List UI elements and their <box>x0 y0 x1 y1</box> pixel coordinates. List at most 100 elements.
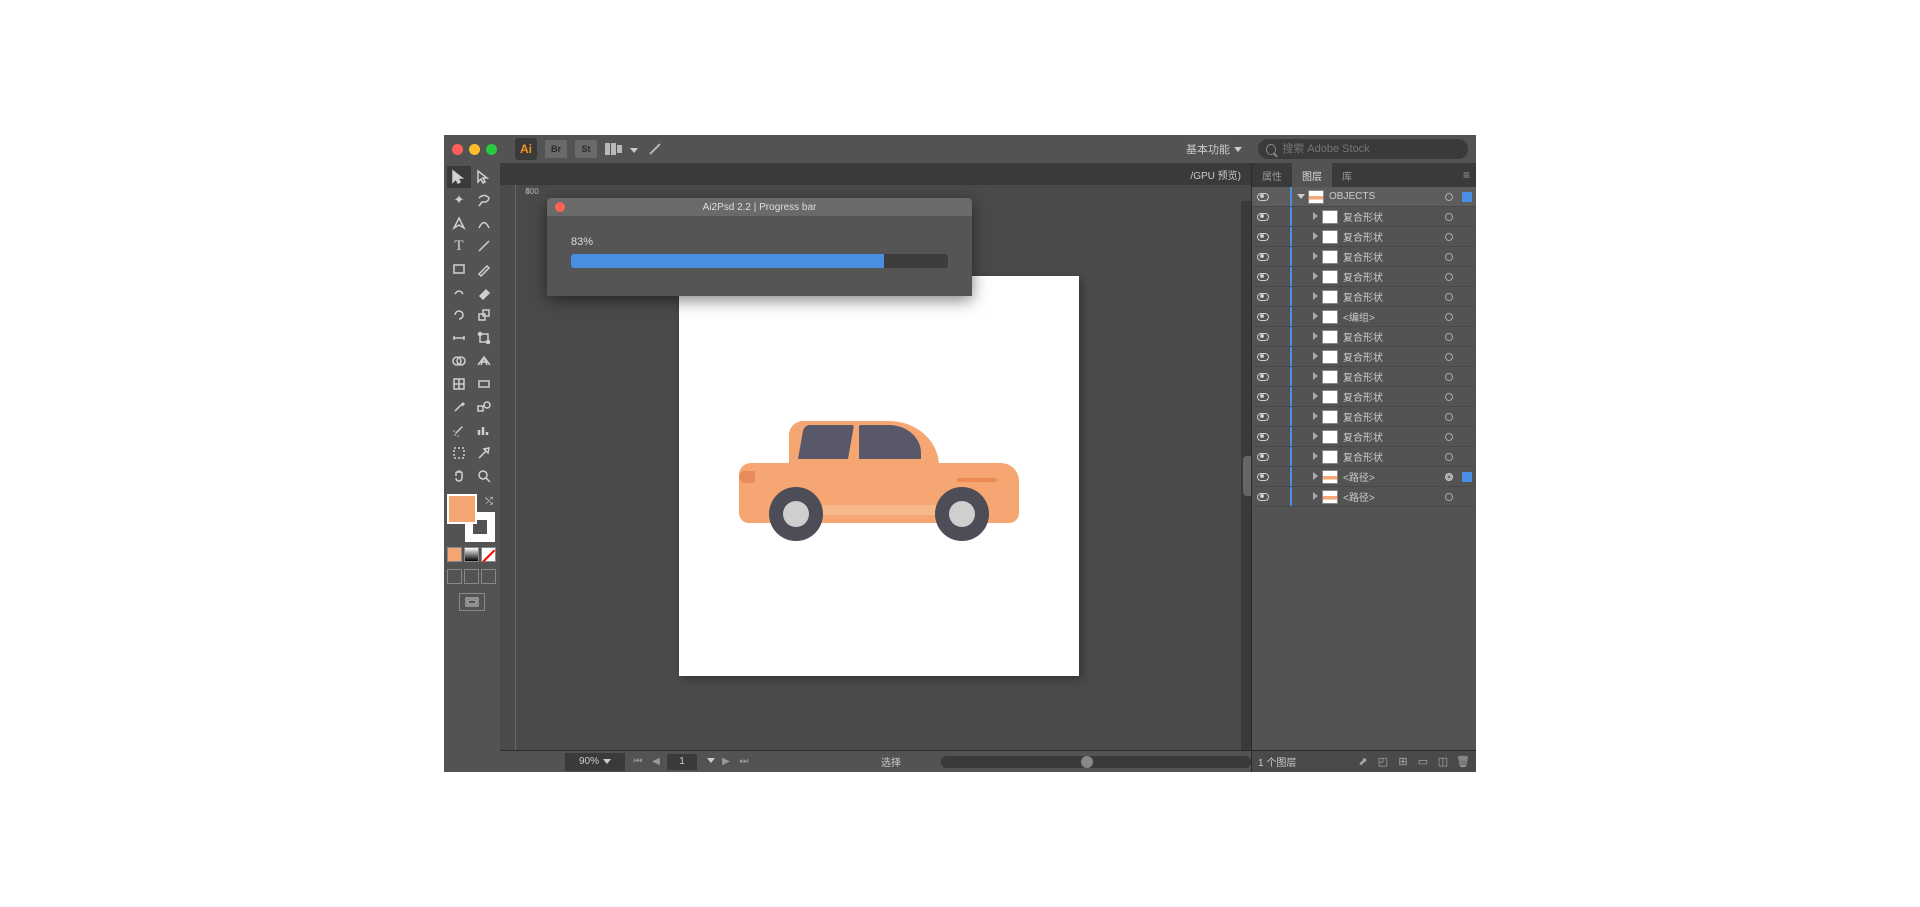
shape-builder-tool[interactable] <box>447 350 471 372</box>
layer-name-label[interactable]: <路径> <box>1343 469 1440 484</box>
draw-normal[interactable] <box>447 569 462 584</box>
target-button[interactable] <box>1440 473 1458 481</box>
visibility-toggle[interactable] <box>1252 293 1274 301</box>
tab-libraries[interactable]: 库 <box>1332 163 1362 187</box>
layer-name-label[interactable]: 复合形状 <box>1343 249 1440 264</box>
target-button[interactable] <box>1440 193 1458 201</box>
collect-layers-button[interactable]: ◫ <box>1436 755 1450 769</box>
visibility-toggle[interactable] <box>1252 393 1274 401</box>
visibility-toggle[interactable] <box>1252 193 1274 201</box>
vertical-ruler[interactable] <box>500 201 516 750</box>
blend-tool[interactable] <box>472 396 496 418</box>
visibility-toggle[interactable] <box>1252 273 1274 281</box>
visibility-toggle[interactable] <box>1252 493 1274 501</box>
target-button[interactable] <box>1440 293 1458 301</box>
expand-toggle[interactable] <box>1294 192 1308 201</box>
sublayer-row[interactable]: 复合形状 <box>1252 367 1476 387</box>
layer-name-label[interactable]: 复合形状 <box>1343 289 1440 304</box>
layer-name-label[interactable]: 复合形状 <box>1343 329 1440 344</box>
expand-toggle[interactable] <box>1308 392 1322 402</box>
fill-stroke-picker[interactable]: ⤭ <box>447 494 495 542</box>
visibility-toggle[interactable] <box>1252 213 1274 221</box>
sublayer-row[interactable]: 复合形状 <box>1252 427 1476 447</box>
curvature-tool[interactable] <box>472 212 496 234</box>
expand-toggle[interactable] <box>1308 472 1322 482</box>
artboard-tool[interactable] <box>447 442 471 464</box>
eyedropper-tool[interactable] <box>447 396 471 418</box>
expand-toggle[interactable] <box>1308 352 1322 362</box>
progress-titlebar[interactable]: Ai2Psd 2.2 | Progress bar <box>547 198 972 216</box>
artboard-number-field[interactable]: 1 <box>667 754 697 770</box>
stock-search[interactable] <box>1258 139 1468 159</box>
expand-toggle[interactable] <box>1308 452 1322 462</box>
screen-mode-button[interactable] <box>459 593 485 611</box>
next-artboard-button[interactable]: ▶ <box>719 755 733 769</box>
perspective-grid-tool[interactable] <box>472 350 496 372</box>
magic-wand-tool[interactable]: ✦ <box>447 189 471 211</box>
sublayer-row[interactable]: 复合形状 <box>1252 327 1476 347</box>
gpu-preview-icon[interactable] <box>646 140 664 158</box>
expand-toggle[interactable] <box>1308 372 1322 382</box>
document-tab[interactable]: /GPU 预览) <box>500 163 1251 185</box>
sublayer-row[interactable]: <编组> <box>1252 307 1476 327</box>
make-clipping-mask-button[interactable]: ◰ <box>1376 755 1390 769</box>
visibility-toggle[interactable] <box>1252 413 1274 421</box>
target-button[interactable] <box>1440 493 1458 501</box>
swap-fill-stroke-icon[interactable]: ⤭ <box>485 496 493 507</box>
expand-toggle[interactable] <box>1308 312 1322 322</box>
visibility-toggle[interactable] <box>1252 313 1274 321</box>
expand-toggle[interactable] <box>1308 412 1322 422</box>
expand-toggle[interactable] <box>1308 252 1322 262</box>
tab-layers[interactable]: 图层 <box>1292 163 1332 187</box>
search-input[interactable] <box>1282 143 1460 155</box>
expand-toggle[interactable] <box>1308 272 1322 282</box>
sublayer-row[interactable]: 复合形状 <box>1252 447 1476 467</box>
target-button[interactable] <box>1440 373 1458 381</box>
last-artboard-button[interactable]: ⏭ <box>737 755 751 769</box>
target-button[interactable] <box>1440 313 1458 321</box>
layer-name-label[interactable]: 复合形状 <box>1343 349 1440 364</box>
layer-name-label[interactable]: 复合形状 <box>1343 389 1440 404</box>
layer-parent-row[interactable]: OBJECTS <box>1252 187 1476 207</box>
prev-artboard-button[interactable]: ◀ <box>649 755 663 769</box>
arrange-documents-button[interactable] <box>605 143 622 155</box>
mesh-tool[interactable] <box>447 373 471 395</box>
bridge-icon[interactable]: Br <box>545 140 567 158</box>
stock-icon[interactable]: St <box>575 140 597 158</box>
expand-toggle[interactable] <box>1308 212 1322 222</box>
target-button[interactable] <box>1440 453 1458 461</box>
create-sublayer-button[interactable]: ⊞ <box>1396 755 1410 769</box>
eraser-tool[interactable] <box>472 281 496 303</box>
rectangle-tool[interactable] <box>447 258 471 280</box>
new-layer-button[interactable]: ▭ <box>1416 755 1430 769</box>
visibility-toggle[interactable] <box>1252 333 1274 341</box>
column-graph-tool[interactable] <box>472 419 496 441</box>
sublayer-row[interactable]: 复合形状 <box>1252 247 1476 267</box>
artboard[interactable] <box>679 276 1079 676</box>
target-button[interactable] <box>1440 273 1458 281</box>
layer-name-label[interactable]: 复合形状 <box>1343 229 1440 244</box>
visibility-toggle[interactable] <box>1252 373 1274 381</box>
zoom-level-select[interactable]: 90% <box>565 753 625 771</box>
target-button[interactable] <box>1440 413 1458 421</box>
draw-inside[interactable] <box>481 569 496 584</box>
color-mode-none[interactable] <box>481 547 496 562</box>
sublayer-row[interactable]: 复合形状 <box>1252 207 1476 227</box>
locate-object-button[interactable]: ⬈ <box>1356 755 1370 769</box>
sublayer-row[interactable]: 复合形状 <box>1252 267 1476 287</box>
layer-name-label[interactable]: <编组> <box>1343 309 1440 324</box>
target-button[interactable] <box>1440 353 1458 361</box>
layer-name-label[interactable]: 复合形状 <box>1343 449 1440 464</box>
width-tool[interactable] <box>447 327 471 349</box>
visibility-toggle[interactable] <box>1252 233 1274 241</box>
expand-toggle[interactable] <box>1308 492 1322 502</box>
artboard-dropdown-icon[interactable] <box>707 755 715 769</box>
arrange-dropdown-icon[interactable] <box>630 140 638 158</box>
selection-tool[interactable] <box>447 166 471 188</box>
layer-name-label[interactable]: 复合形状 <box>1343 369 1440 384</box>
expand-toggle[interactable] <box>1308 232 1322 242</box>
type-tool[interactable]: T <box>447 235 471 257</box>
target-button[interactable] <box>1440 433 1458 441</box>
layer-name-label[interactable]: 复合形状 <box>1343 429 1440 444</box>
expand-toggle[interactable] <box>1308 432 1322 442</box>
